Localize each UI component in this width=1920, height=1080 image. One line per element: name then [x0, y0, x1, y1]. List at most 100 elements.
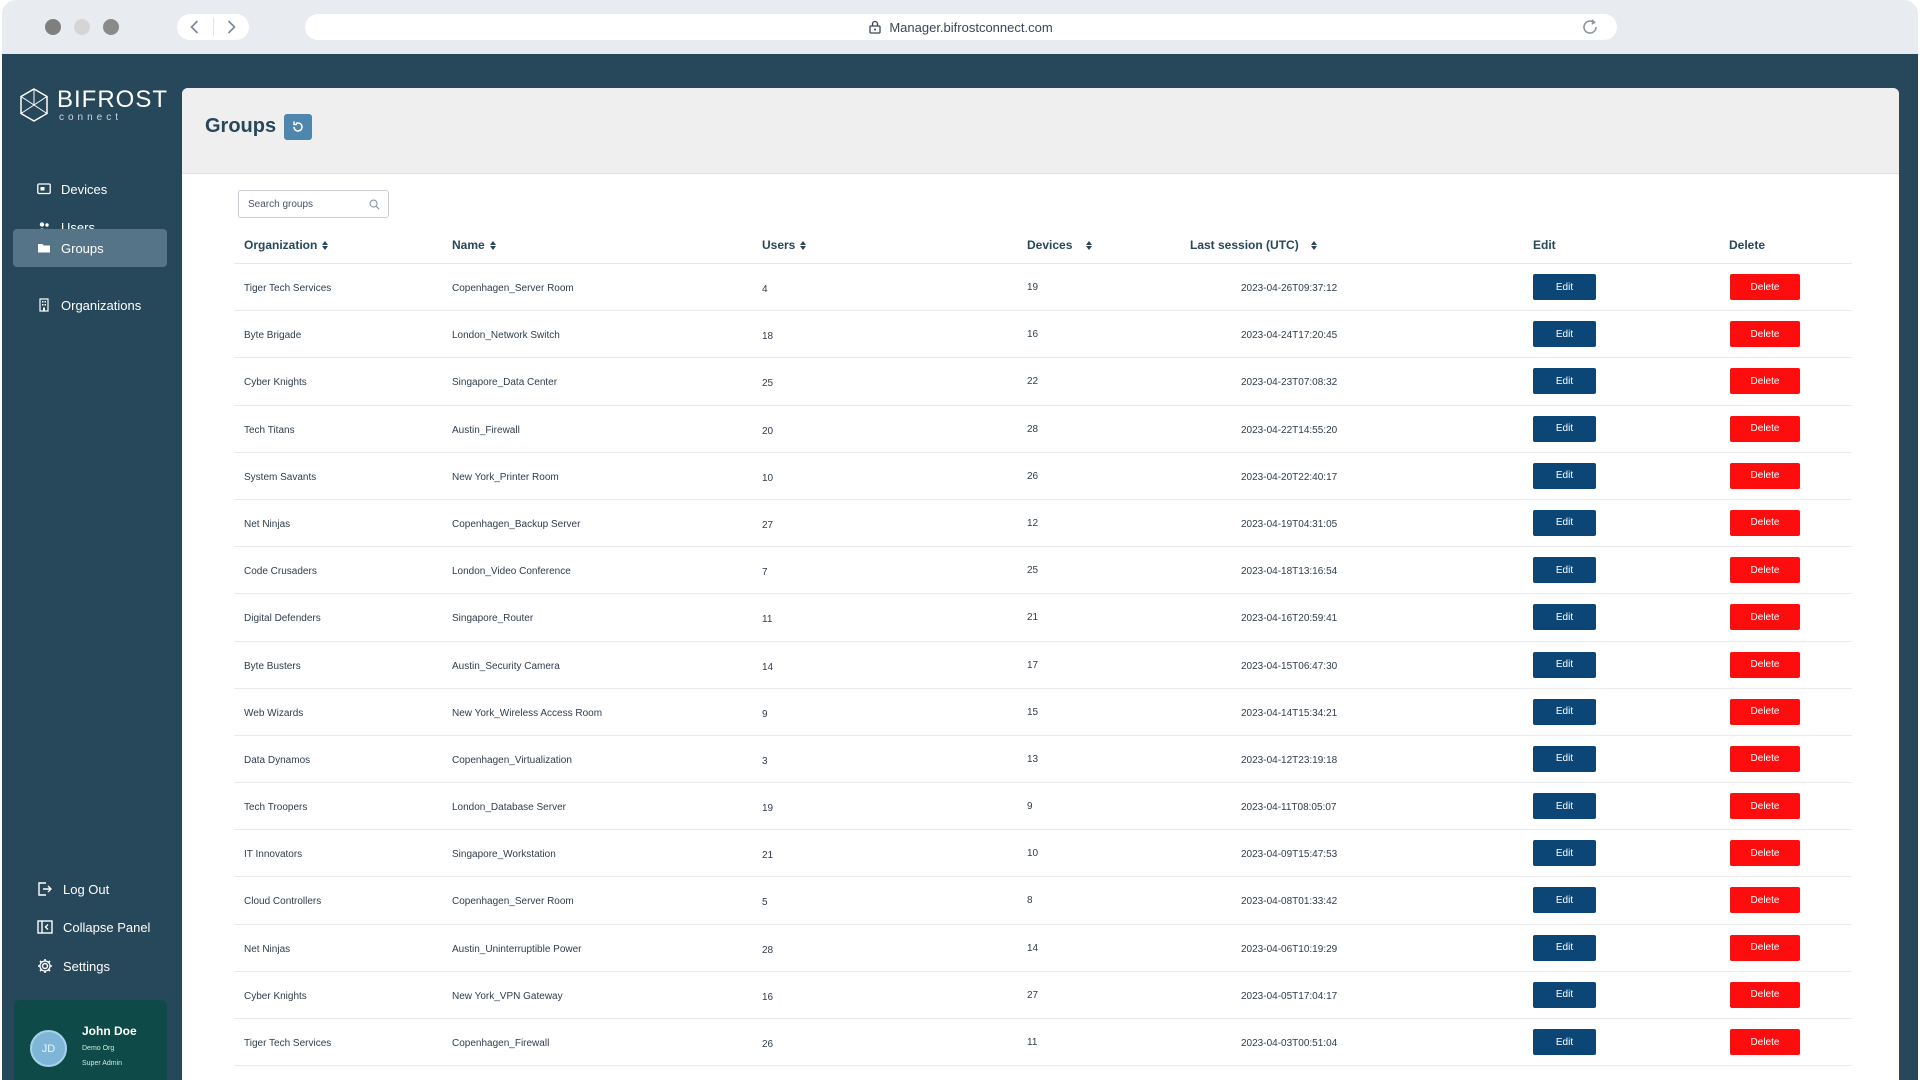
cell-users: 16 [762, 991, 774, 1003]
table-row: Tech Troopers London_Database Server 19 9 20… [234, 783, 1852, 831]
cell-users: 20 [762, 425, 774, 437]
forward-button[interactable] [213, 14, 249, 40]
window-maximize-button[interactable] [103, 19, 119, 35]
back-button[interactable] [177, 14, 213, 40]
edit-button[interactable]: Edit [1533, 934, 1596, 961]
sort-icon [489, 240, 496, 250]
column-header-label: Last session (UTC) [1190, 238, 1299, 252]
delete-button[interactable]: Delete [1730, 274, 1800, 300]
edit-button[interactable]: Edit [1533, 509, 1596, 536]
delete-button[interactable]: Delete [1730, 698, 1800, 725]
delete-button[interactable]: Delete [1730, 934, 1800, 961]
gear-icon [38, 959, 52, 973]
window-close-button[interactable] [45, 19, 61, 35]
edit-button[interactable]: Edit [1533, 415, 1596, 442]
column-header-name[interactable]: Name [452, 238, 496, 252]
sidebar-item-label: Organizations [61, 297, 142, 313]
cell-last-session: 2023-04-06T10:19:29 [1241, 943, 1338, 955]
edit-button[interactable]: Edit [1533, 557, 1596, 584]
edit-button[interactable]: Edit [1533, 368, 1596, 395]
cell-name: Austin_Uninterruptible Power [452, 943, 582, 955]
cell-last-session: 2023-04-03T00:51:04 [1241, 1038, 1338, 1049]
delete-button[interactable]: Delete [1730, 745, 1800, 772]
edit-button[interactable]: Edit [1533, 462, 1596, 489]
cell-name: Singapore_Data Center [452, 377, 558, 389]
user-profile-card[interactable]: JD John Doe Demo Org Super Admin [14, 1000, 167, 1080]
edit-button[interactable]: Edit [1533, 887, 1596, 914]
browser-nav [177, 14, 249, 40]
edit-button[interactable]: Edit [1533, 981, 1596, 1008]
edit-button[interactable]: Edit [1533, 321, 1596, 348]
delete-button[interactable]: Delete [1730, 840, 1800, 867]
delete-button[interactable]: Delete [1730, 887, 1800, 914]
column-header-organization[interactable]: Organization [244, 238, 329, 252]
cell-organization: Net Ninjas [244, 943, 291, 955]
cell-organization: Data Dynamos [244, 754, 311, 766]
column-header-label: Edit [1533, 238, 1556, 252]
cell-organization: Tiger Tech Services [244, 1038, 332, 1049]
app-frame: BIFROST connect Devices Users Groups Org… [2, 54, 1918, 1080]
cell-devices: 17 [1027, 659, 1039, 671]
building-icon [39, 298, 49, 312]
cell-last-session: 2023-04-20T22:40:17 [1241, 471, 1338, 483]
edit-button[interactable]: Edit [1533, 840, 1596, 867]
reload-icon[interactable] [1581, 18, 1599, 36]
delete-button[interactable]: Delete [1730, 793, 1800, 820]
edit-button[interactable]: Edit [1533, 274, 1596, 300]
table-body: Tiger Tech Services Copenhagen_Server Roo… [234, 264, 1852, 1067]
edit-button[interactable]: Edit [1533, 1029, 1596, 1055]
sidebar-item-organizations[interactable]: Organizations [13, 287, 167, 323]
table-row: Data Dynamos Copenhagen_Virtualization 3 13… [234, 736, 1852, 784]
table-row: Cyber Knights New York_VPN Gateway 16 27 202… [234, 972, 1852, 1019]
cell-last-session: 2023-04-12T23:19:18 [1241, 754, 1338, 766]
delete-button[interactable]: Delete [1730, 462, 1800, 489]
bifrost-logo-icon [20, 88, 48, 122]
sidebar-item-label: Groups [61, 240, 104, 256]
sidebar-item-devices[interactable]: Devices [13, 171, 167, 207]
edit-button[interactable]: Edit [1533, 651, 1596, 678]
collapse-panel-button[interactable]: Collapse Panel [37, 919, 150, 935]
cell-organization: Cyber Knights [244, 377, 307, 389]
cell-devices: 22 [1027, 376, 1039, 388]
edit-button[interactable]: Edit [1533, 745, 1596, 772]
delete-button[interactable]: Delete [1730, 651, 1800, 678]
column-header-devices[interactable]: Devices [1027, 238, 1093, 252]
table-row: Cloud Controllers Copenhagen_Server Room 5… [234, 877, 1852, 925]
sidebar-item-groups[interactable]: Groups [13, 229, 167, 267]
cell-last-session: 2023-04-23T07:08:32 [1241, 377, 1338, 389]
edit-button[interactable]: Edit [1533, 604, 1596, 631]
delete-button[interactable]: Delete [1730, 415, 1800, 442]
refresh-button[interactable] [284, 114, 312, 140]
table-row: Net Ninjas Copenhagen_Backup Server 27 12 20… [234, 500, 1852, 548]
cell-name: Copenhagen_Backup Server [452, 518, 581, 530]
table-row: Digital Defenders Singapore_Router 11 21 202… [234, 594, 1852, 642]
delete-button[interactable]: Delete [1730, 604, 1800, 631]
cell-users: 3 [762, 755, 768, 767]
search-icon[interactable] [369, 199, 380, 210]
delete-button[interactable]: Delete [1730, 509, 1800, 536]
delete-button[interactable]: Delete [1730, 557, 1800, 584]
delete-button[interactable]: Delete [1730, 321, 1800, 348]
browser-chrome: Manager.bifrostconnect.com [2, 0, 1918, 54]
edit-button[interactable]: Edit [1533, 698, 1596, 725]
address-bar[interactable]: Manager.bifrostconnect.com [305, 14, 1617, 40]
logout-button[interactable]: Log Out [37, 881, 109, 897]
search-input[interactable] [248, 198, 358, 210]
chevron-right-icon [227, 20, 236, 34]
cell-name: London_Network Switch [452, 330, 560, 342]
edit-button[interactable]: Edit [1533, 793, 1596, 820]
settings-button[interactable]: Settings [37, 958, 110, 974]
column-header-users[interactable]: Users [762, 238, 807, 252]
cell-last-session: 2023-04-26T09:37:12 [1241, 283, 1338, 294]
column-header-last-session[interactable]: Last session (UTC) [1190, 238, 1317, 252]
column-header-delete: Delete [1729, 238, 1765, 252]
delete-button[interactable]: Delete [1730, 1029, 1800, 1055]
cell-users: 7 [762, 567, 768, 579]
cell-users: 10 [762, 472, 774, 484]
cell-users: 9 [762, 708, 768, 720]
delete-button[interactable]: Delete [1730, 368, 1800, 395]
delete-button[interactable]: Delete [1730, 981, 1800, 1008]
cell-devices: 19 [1027, 282, 1039, 293]
brand-sub: connect [59, 112, 123, 123]
window-minimize-button[interactable] [74, 19, 90, 35]
